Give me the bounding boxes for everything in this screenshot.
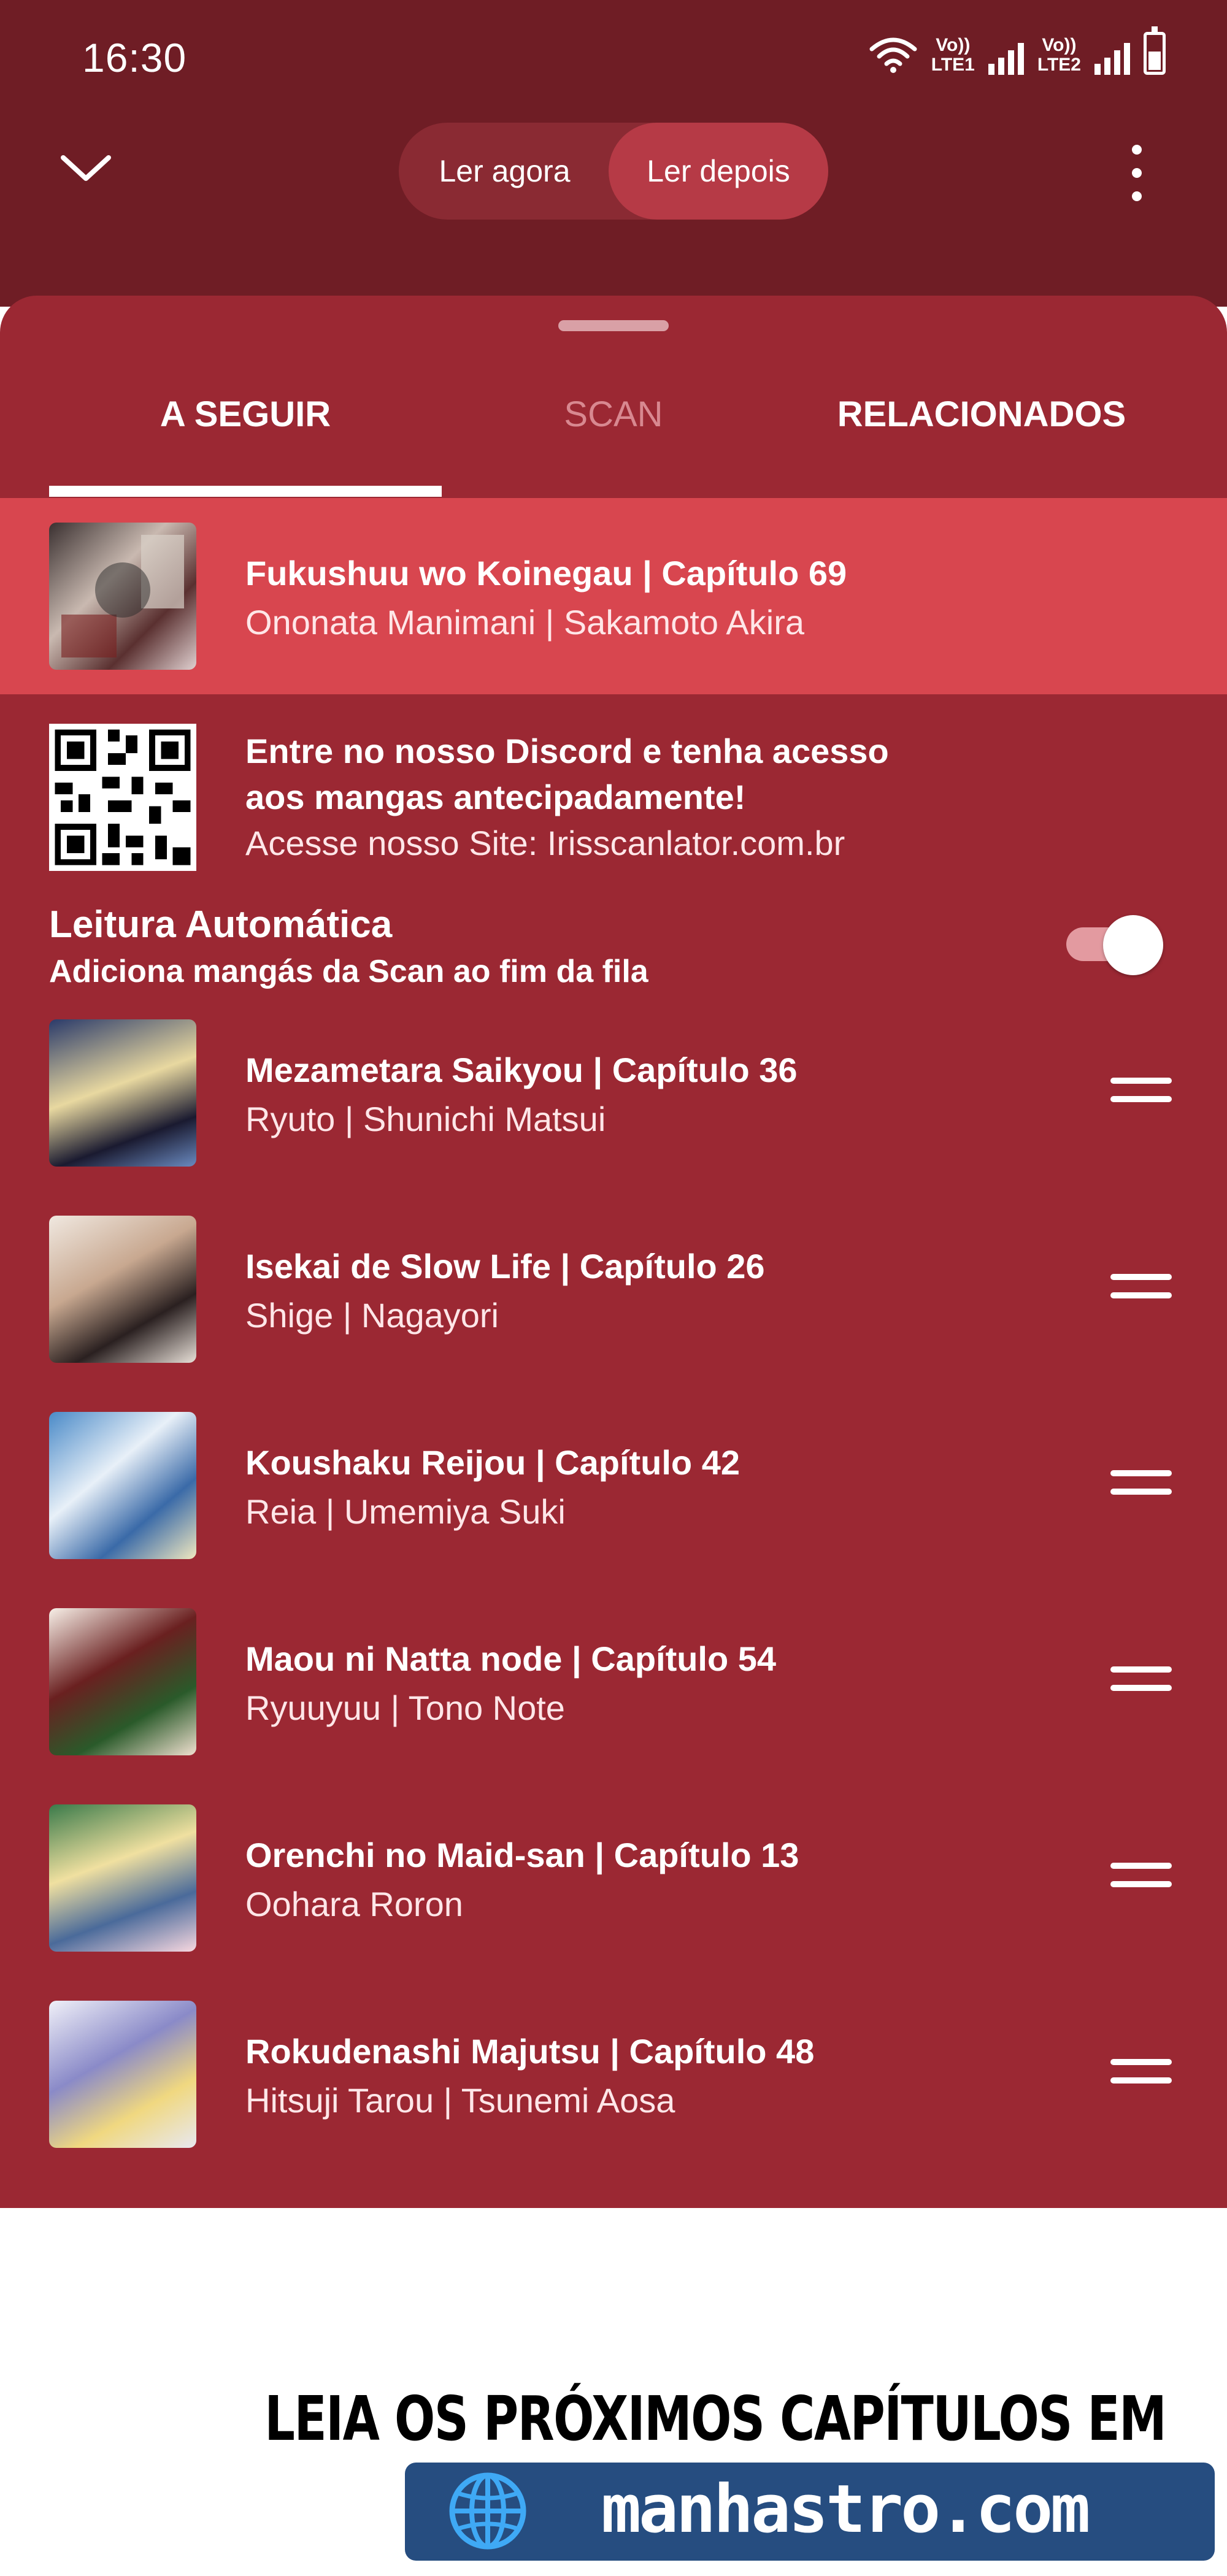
promo-line-2: aos mangas antecipadamente! xyxy=(245,778,746,816)
reorder-handle-icon[interactable] xyxy=(1110,1078,1172,1108)
item-subtitle: Shige | Nagayori xyxy=(245,1296,499,1335)
queue-item[interactable]: Koushaku Reijou | Capítulo 42 Reia | Ume… xyxy=(0,1412,1227,1608)
tab-a-seguir[interactable]: A SEGUIR xyxy=(49,394,442,435)
queue-item[interactable]: Mezametara Saikyou | Capítulo 36 Ryuto |… xyxy=(0,1019,1227,1216)
item-subtitle: Ryuuyuu | Tono Note xyxy=(245,1689,565,1727)
autoplay-title: Leitura Automática xyxy=(49,903,393,946)
globe-icon xyxy=(449,2472,526,2550)
more-options-icon[interactable] xyxy=(1132,145,1144,201)
drag-handle[interactable] xyxy=(558,320,669,331)
wifi-icon xyxy=(869,37,917,73)
promo-line-1: Entre no nosso Discord e tenha acesso xyxy=(245,732,889,770)
autoplay-subtitle: Adiciona mangás da Scan ao fim da fila xyxy=(49,954,648,989)
queue-item[interactable]: Isekai de Slow Life | Capítulo 26 Shige … xyxy=(0,1216,1227,1412)
queue-item[interactable]: Orenchi no Maid-san | Capítulo 13 Oohara… xyxy=(0,1804,1227,2001)
cover-thumbnail xyxy=(49,1216,196,1363)
app-header: 16:30 Vo)) LTE1 Vo)) LTE2 Ler agora Ler … xyxy=(0,0,1227,307)
promo-banner-text: LEIA OS PRÓXIMOS CAPÍTULOS EM xyxy=(264,2383,1166,2455)
cover-thumbnail xyxy=(49,1412,196,1559)
item-title: Isekai de Slow Life | Capítulo 26 xyxy=(245,1247,765,1286)
tab-scan[interactable]: SCAN xyxy=(417,394,810,435)
read-now-button[interactable]: Ler agora xyxy=(399,123,610,220)
item-subtitle: Reia | Umemiya Suki xyxy=(245,1492,566,1531)
promo-line-3: Acesse nosso Site: Irisscanlator.com.br xyxy=(245,824,845,862)
status-icons: Vo)) LTE1 Vo)) LTE2 xyxy=(869,26,1166,75)
item-title: Koushaku Reijou | Capítulo 42 xyxy=(245,1443,740,1482)
item-title: Fukushuu wo Koinegau | Capítulo 69 xyxy=(245,554,847,592)
reorder-handle-icon[interactable] xyxy=(1110,1470,1172,1501)
cover-thumbnail xyxy=(49,523,196,670)
tab-relacionados[interactable]: RELACIONADOS xyxy=(785,394,1178,435)
cover-thumbnail xyxy=(49,1608,196,1755)
item-subtitle: Hitsuji Tarou | Tsunemi Aosa xyxy=(245,2081,675,2120)
battery-icon xyxy=(1144,26,1166,75)
banner-domain: manhastro.com xyxy=(601,2471,1090,2548)
sim2-indicator: Vo)) LTE2 xyxy=(1037,35,1081,75)
queue-sheet: A SEGUIR SCAN RELACIONADOS Fukushuu wo K… xyxy=(0,296,1227,2208)
read-mode-toggle: Ler agora Ler depois xyxy=(399,123,828,220)
sim1-indicator: Vo)) LTE1 xyxy=(931,35,975,75)
status-time: 16:30 xyxy=(82,35,187,80)
reorder-handle-icon[interactable] xyxy=(1110,1863,1172,1893)
tab-indicator xyxy=(49,486,442,497)
reorder-handle-icon[interactable] xyxy=(1110,1666,1172,1697)
read-later-button[interactable]: Ler depois xyxy=(609,123,828,220)
signal-icon xyxy=(1094,38,1130,75)
item-title: Maou ni Natta node | Capítulo 54 xyxy=(245,1639,777,1678)
autoplay-toggle[interactable] xyxy=(1066,915,1164,975)
current-item[interactable]: Fukushuu wo Koinegau | Capítulo 69 Onona… xyxy=(0,498,1227,694)
item-title: Rokudenashi Majutsu | Capítulo 48 xyxy=(245,2032,815,2071)
item-subtitle: Ononata Manimani | Sakamoto Akira xyxy=(245,603,805,642)
reorder-handle-icon[interactable] xyxy=(1110,2059,1172,2090)
queue-item[interactable]: Rokudenashi Majutsu | Capítulo 48 Hitsuj… xyxy=(0,2001,1227,2197)
reorder-handle-icon[interactable] xyxy=(1110,1274,1172,1305)
queue-item[interactable]: Maou ni Natta node | Capítulo 54 Ryuuyuu… xyxy=(0,1608,1227,1804)
item-subtitle: Oohara Roron xyxy=(245,1885,463,1923)
promo-banner[interactable]: manhastro.com xyxy=(405,2463,1215,2561)
item-title: Mezametara Saikyou | Capítulo 36 xyxy=(245,1051,798,1089)
item-subtitle: Ryuto | Shunichi Matsui xyxy=(245,1100,606,1138)
qr-code[interactable] xyxy=(49,724,196,871)
cover-thumbnail xyxy=(49,2001,196,2148)
cover-thumbnail xyxy=(49,1019,196,1167)
signal-icon xyxy=(988,38,1024,75)
item-title: Orenchi no Maid-san | Capítulo 13 xyxy=(245,1836,799,1874)
cover-thumbnail xyxy=(49,1804,196,1952)
chevron-down-icon[interactable] xyxy=(58,150,113,187)
